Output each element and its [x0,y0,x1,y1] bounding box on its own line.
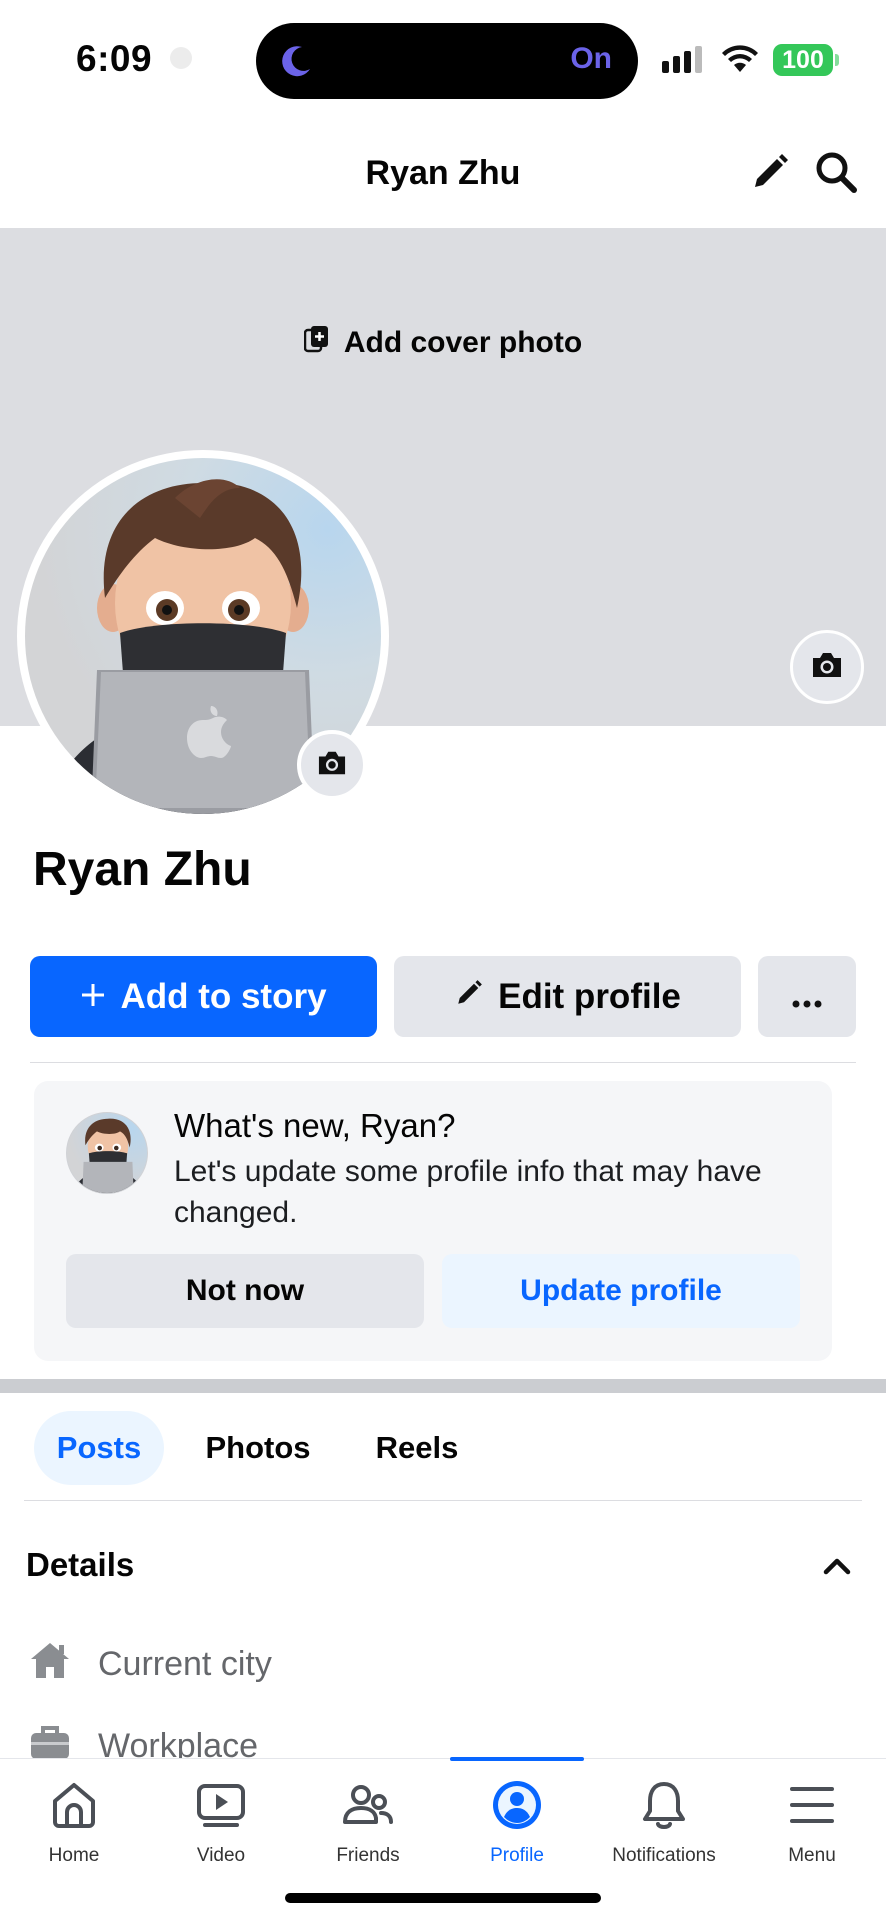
status-indicator-dot [170,47,192,69]
nav-label: Friends [336,1845,400,1866]
more-options-button[interactable] [758,956,856,1037]
pencil-icon [749,151,791,198]
edit-profile-label: Edit profile [498,976,681,1016]
nav-label: Notifications [612,1845,716,1866]
nav-menu[interactable]: Menu [738,1777,886,1867]
camera-icon [810,650,844,685]
profile-update-card: What's new, Ryan? Let's update some prof… [34,1081,832,1361]
avatar-camera-button[interactable] [297,730,367,800]
add-cover-photo-button[interactable]: Add cover photo [0,325,886,361]
card-text: Let's update some profile info that may … [174,1155,762,1229]
detail-current-city[interactable]: Current city [28,1640,272,1689]
wifi-icon [720,42,760,79]
collapse-details-button[interactable] [822,1556,852,1581]
nav-video[interactable]: Video [147,1777,295,1867]
friends-icon [340,1777,396,1833]
tab-posts[interactable]: Posts [34,1411,164,1485]
cover-camera-button[interactable] [790,630,864,704]
dynamic-island: On [256,23,638,99]
video-icon [193,1777,249,1833]
detail-label: Current city [98,1645,272,1683]
add-to-story-button[interactable]: Add to story [30,956,377,1037]
tab-photos[interactable]: Photos [182,1411,334,1485]
nav-label: Home [48,1845,100,1866]
card-avatar [66,1112,148,1194]
status-bar: 6:09 On 100 [0,0,886,120]
menu-icon [784,1777,840,1833]
cellular-signal-icon [662,46,702,73]
nav-label: Menu [788,1845,836,1866]
add-photo-icon [303,325,330,361]
nav-label: Video [196,1845,246,1866]
profile-icon [489,1777,545,1833]
nav-label: Profile [490,1845,544,1866]
add-cover-photo-label: Add cover photo [343,326,583,359]
add-to-story-label: Add to story [120,976,327,1016]
home-indicator[interactable] [285,1893,601,1903]
card-title: What's new, Ryan? [174,1107,456,1144]
nav-friends[interactable]: Friends [294,1777,442,1867]
search-icon [814,150,858,199]
edit-pencil-button[interactable] [746,150,794,198]
bell-icon [636,1777,692,1833]
camera-icon [316,749,348,782]
divider [24,1500,862,1501]
focus-status: On [570,42,612,75]
active-tab-indicator [450,1757,584,1761]
home-icon [46,1777,102,1833]
section-divider [0,1379,886,1393]
battery-indicator: 100 [773,44,833,76]
edit-profile-button[interactable]: Edit profile [394,956,741,1037]
search-button[interactable] [812,150,860,198]
nav-notifications[interactable]: Notifications [590,1777,738,1867]
moon-icon [276,41,316,86]
tab-reels[interactable]: Reels [352,1411,482,1485]
nav-profile[interactable]: Profile [443,1777,591,1867]
update-profile-button[interactable]: Update profile [442,1254,800,1328]
home-icon [28,1640,72,1689]
not-now-button[interactable]: Not now [66,1254,424,1328]
divider [30,1062,856,1063]
more-icon [792,977,822,1017]
battery-tip [835,54,839,66]
details-heading: Details [26,1546,135,1583]
nav-home[interactable]: Home [0,1777,148,1867]
status-time: 6:09 [76,38,153,79]
pencil-icon [454,977,484,1017]
profile-name: Ryan Zhu [33,843,252,896]
plus-icon [80,977,106,1017]
profile-header: Ryan Zhu [0,120,886,228]
chevron-up-icon [822,1558,852,1580]
